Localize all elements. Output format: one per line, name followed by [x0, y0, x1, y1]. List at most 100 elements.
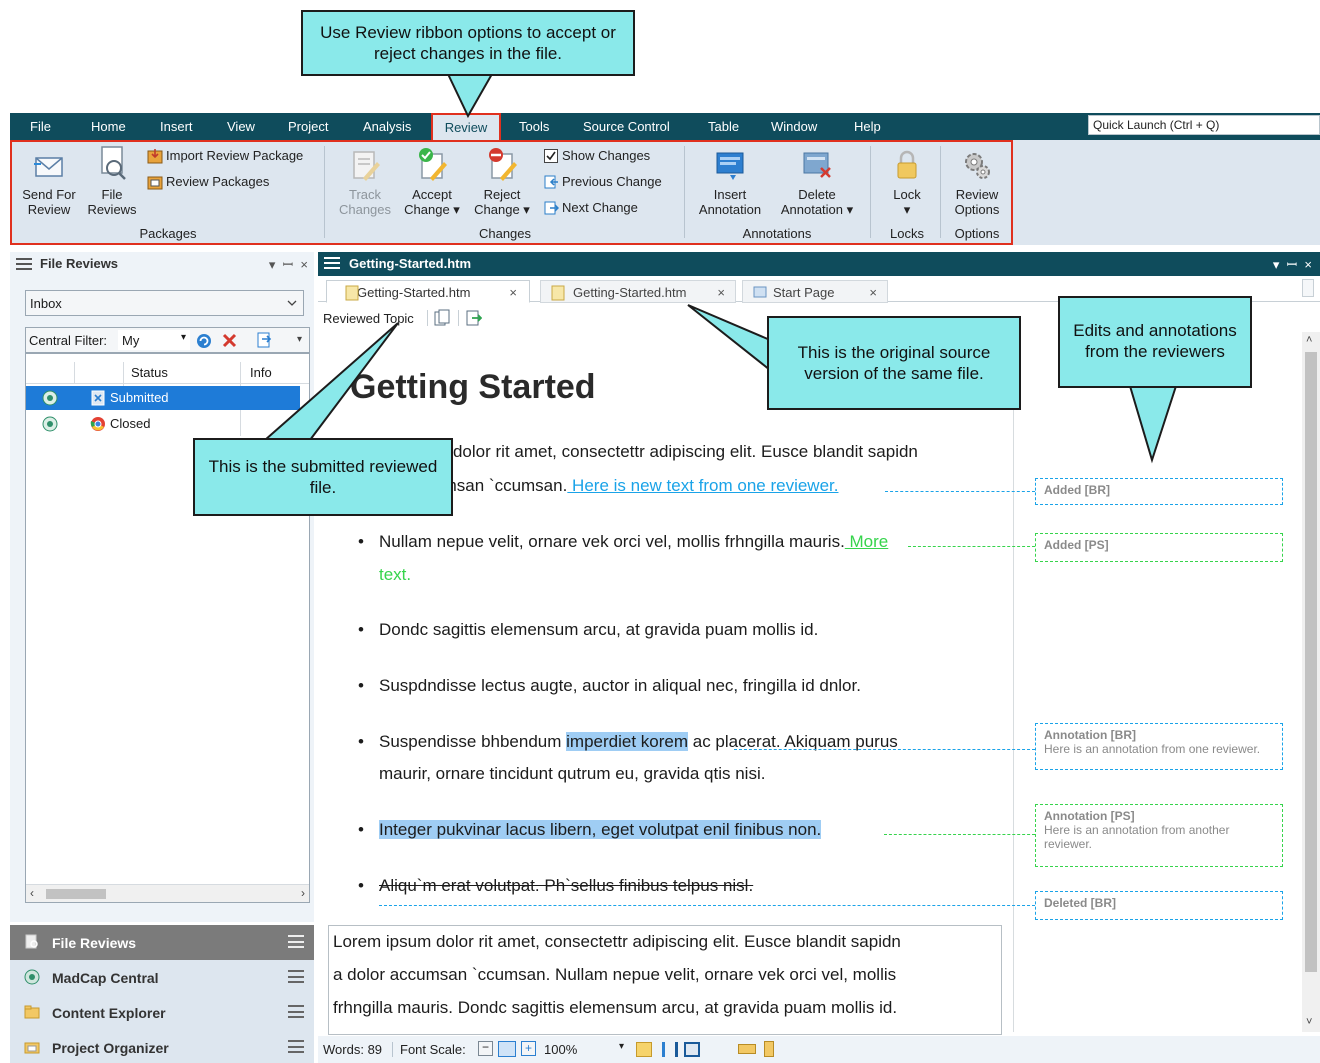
- show-spans-icon[interactable]: [684, 1042, 700, 1057]
- bullet-dot: •: [358, 876, 364, 895]
- central-filter-row: Central Filter: My ▾ ▾: [25, 327, 310, 353]
- project-organizer-icon: [24, 1042, 40, 1054]
- previous-change-button[interactable]: Previous Change: [543, 172, 662, 192]
- table-row[interactable]: Submitted: [26, 386, 300, 410]
- show-blocks-icon[interactable]: [662, 1042, 678, 1057]
- menu-analysis[interactable]: Analysis: [355, 113, 419, 140]
- refresh-icon[interactable]: [196, 333, 212, 349]
- tab-list-button[interactable]: [1302, 279, 1314, 297]
- lock-button[interactable]: Lock ▾: [880, 148, 934, 217]
- nav-madcap-central[interactable]: MadCap Central: [10, 960, 314, 995]
- zoom-in-button[interactable]: +: [521, 1041, 536, 1056]
- vertical-scrollbar[interactable]: ˄ ˅: [1302, 332, 1320, 1032]
- menu-icon[interactable]: [288, 935, 304, 948]
- insert-annotation-button[interactable]: Insert Annotation: [694, 148, 766, 217]
- nav-file-reviews[interactable]: File Reviews: [10, 925, 314, 960]
- zoom-dropdown-arrow[interactable]: ▾: [619, 1041, 624, 1052]
- quick-launch-input[interactable]: Quick Launch (Ctrl + Q): [1088, 115, 1320, 135]
- copy-document-icon[interactable]: [434, 309, 450, 327]
- zoom-out-button[interactable]: −: [478, 1041, 493, 1056]
- change-note-added-ps[interactable]: Added [PS]: [1035, 533, 1283, 562]
- inserted-text-ps[interactable]: More: [845, 532, 889, 551]
- scroll-up-arrow[interactable]: ˄: [1306, 334, 1312, 346]
- send-for-review-button[interactable]: Send For Review: [16, 148, 82, 217]
- delete-annotation-button[interactable]: Delete Annotation ▾: [772, 148, 862, 217]
- scroll-thumb[interactable]: [46, 889, 106, 899]
- close-icon[interactable]: ×: [717, 285, 725, 300]
- change-note-added-br[interactable]: Added [BR]: [1035, 478, 1283, 505]
- reject-change-button[interactable]: Reject Change ▾: [470, 146, 534, 217]
- scroll-down-arrow[interactable]: ˅: [1306, 1016, 1312, 1028]
- menu-view[interactable]: View: [219, 113, 263, 140]
- vertical-ruler-icon[interactable]: [764, 1041, 774, 1057]
- ruler-icon[interactable]: [738, 1044, 756, 1054]
- menu-file[interactable]: File: [22, 113, 59, 140]
- menu-help[interactable]: Help: [846, 113, 889, 140]
- annotated-text[interactable]: imperdiet korem: [566, 732, 689, 751]
- inserted-text-br[interactable]: Here is new text from one reviewer.: [567, 476, 838, 495]
- deleted-text[interactable]: Aliqu`m erat volutpat. Ph`sellus finibus…: [379, 876, 753, 896]
- show-changes-checkbox[interactable]: Show Changes: [543, 146, 650, 166]
- menu-icon[interactable]: [288, 1040, 304, 1053]
- menu-review[interactable]: Review: [431, 113, 501, 140]
- overflow-arrow[interactable]: ▾: [297, 334, 302, 345]
- accept-change-button[interactable]: Accept Change ▾: [400, 146, 464, 217]
- inbox-select[interactable]: Inbox: [25, 290, 304, 316]
- delete-icon[interactable]: [222, 333, 237, 348]
- zoom-level[interactable]: 100%: [544, 1042, 577, 1057]
- change-note-title: Added [BR]: [1044, 483, 1110, 497]
- inserted-text-ps[interactable]: text.: [379, 565, 411, 584]
- annotated-text[interactable]: Integer pukvinar lacus libern, eget volu…: [379, 820, 822, 839]
- export-icon[interactable]: [256, 332, 272, 350]
- tab-label: Start Page: [773, 285, 835, 300]
- nav-label: File Reviews: [52, 935, 137, 951]
- scroll-left-arrow[interactable]: ‹: [30, 886, 34, 900]
- chrome-icon: [90, 417, 105, 431]
- reset-zoom-icon[interactable]: [498, 1041, 516, 1057]
- document-window-controls[interactable]: ▾ ꟷ ×: [1273, 255, 1312, 273]
- layout-grid-icon[interactable]: [636, 1042, 652, 1057]
- track-changes-button[interactable]: Track Changes: [334, 148, 396, 217]
- tab-reviewed-file[interactable]: Getting-Started.htm ×: [326, 280, 530, 303]
- envelope-icon: [34, 157, 63, 177]
- column-status[interactable]: Status: [131, 365, 168, 380]
- scroll-right-arrow[interactable]: ›: [301, 886, 305, 900]
- menu-icon[interactable]: [288, 1005, 304, 1018]
- filter-dropdown-arrow: ▾: [180, 332, 186, 343]
- next-change-button[interactable]: Next Change: [543, 198, 638, 218]
- close-icon[interactable]: ×: [869, 285, 877, 300]
- document-title: Getting-Started.htm: [349, 256, 472, 271]
- menu-window[interactable]: Window: [763, 113, 825, 140]
- review-options-button[interactable]: Review Options: [946, 148, 1008, 217]
- central-filter-dropdown[interactable]: My ▾: [118, 330, 190, 350]
- menu-project[interactable]: Project: [280, 113, 336, 140]
- tab-source-file[interactable]: Getting-Started.htm ×: [540, 280, 736, 303]
- nav-content-explorer[interactable]: Content Explorer: [10, 995, 314, 1030]
- horizontal-scrollbar[interactable]: ‹ ›: [26, 884, 309, 902]
- panel-window-controls[interactable]: ▾ ꟷ ×: [269, 255, 308, 273]
- menu-table[interactable]: Table: [700, 113, 747, 140]
- file-reviews-button[interactable]: File Reviews: [86, 144, 138, 217]
- annotation-ps[interactable]: Annotation [PS] Here is an annotation fr…: [1035, 804, 1283, 867]
- column-info[interactable]: Info: [250, 365, 272, 380]
- menu-tools[interactable]: Tools: [511, 113, 557, 140]
- menu-icon[interactable]: [288, 970, 304, 983]
- send-for-review-label-1: Send For: [22, 187, 76, 202]
- change-note-deleted-br[interactable]: Deleted [BR]: [1035, 891, 1283, 920]
- source-preview[interactable]: Lorem ipsum dolor rit amet, consectettr …: [328, 925, 1002, 1035]
- table-row[interactable]: Closed: [26, 412, 300, 436]
- gears-icon: [965, 153, 990, 179]
- nav-project-organizer[interactable]: Project Organizer: [10, 1030, 314, 1063]
- menu-home[interactable]: Home: [83, 113, 134, 140]
- import-review-package-button[interactable]: Import Review Package: [147, 146, 303, 166]
- menu-insert[interactable]: Insert: [152, 113, 201, 140]
- nav-label: MadCap Central: [52, 970, 159, 986]
- bullet-text: Suspendisse bhbendum: [379, 732, 567, 751]
- scroll-thumb[interactable]: [1305, 352, 1317, 972]
- apply-to-source-icon[interactable]: [466, 309, 482, 327]
- menu-source-control[interactable]: Source Control: [575, 113, 678, 140]
- review-packages-button[interactable]: Review Packages: [147, 172, 269, 192]
- annotation-br[interactable]: Annotation [BR] Here is an annotation fr…: [1035, 723, 1283, 770]
- tab-start-page[interactable]: Start Page ×: [742, 280, 888, 303]
- close-icon[interactable]: ×: [509, 285, 517, 300]
